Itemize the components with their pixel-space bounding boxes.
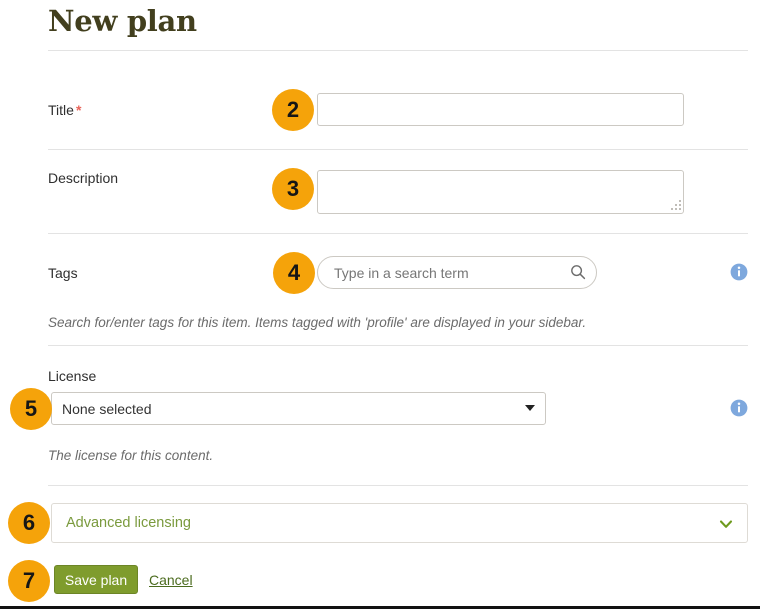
required-asterisk: *: [75, 102, 82, 118]
new-plan-form-page: New plan Title* Description Tags Search …: [0, 0, 760, 609]
info-icon-license[interactable]: [730, 399, 748, 417]
row-divider-title: [48, 149, 748, 150]
title-divider: [48, 50, 748, 51]
search-icon: [571, 265, 586, 280]
license-select-wrapper: None selected: [51, 392, 546, 425]
callout-badge-7: 7: [8, 560, 50, 602]
callout-badge-2: 2: [272, 89, 314, 131]
chevron-down-icon: [719, 520, 733, 528]
title-field-label: Title *: [48, 102, 81, 118]
page-title: New plan: [48, 4, 197, 38]
save-plan-button[interactable]: Save plan: [54, 565, 138, 594]
callout-badge-5: 5: [10, 388, 52, 430]
callout-badge-4: 4: [273, 252, 315, 294]
description-textarea[interactable]: [317, 170, 684, 214]
cancel-link[interactable]: Cancel: [149, 572, 193, 588]
advanced-licensing-panel[interactable]: Advanced licensing: [51, 503, 748, 543]
tags-input-wrapper: [317, 256, 597, 289]
tags-help-text: Search for/enter tags for this item. Ite…: [48, 315, 587, 330]
info-icon-tags[interactable]: [730, 263, 748, 281]
row-divider-tags: [48, 345, 748, 346]
advanced-licensing-label: Advanced licensing: [66, 515, 191, 531]
callout-badge-3: 3: [272, 168, 314, 210]
description-field-label: Description: [48, 170, 119, 186]
license-select[interactable]: None selected: [51, 392, 546, 425]
license-help-text: The license for this content.: [48, 448, 214, 463]
callout-badge-6: 6: [8, 502, 50, 544]
title-input[interactable]: [317, 93, 684, 126]
row-divider-license: [48, 485, 748, 486]
tags-search-input[interactable]: [317, 256, 597, 289]
title-label-text: Title: [48, 102, 74, 118]
license-field-label: License: [48, 368, 97, 384]
row-divider-description: [48, 233, 748, 234]
tags-field-label: Tags: [48, 265, 78, 281]
